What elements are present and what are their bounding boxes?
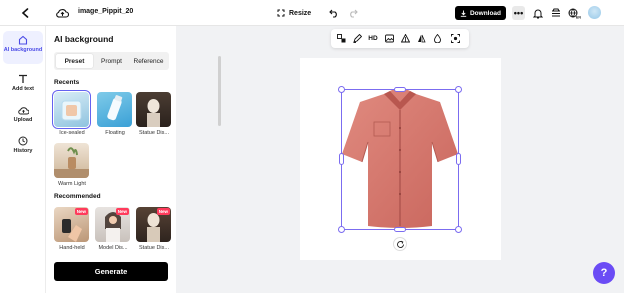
rail-item-history[interactable]: History xyxy=(3,136,43,158)
panel-title: AI background xyxy=(54,34,114,44)
flip-icon[interactable] xyxy=(415,32,427,45)
hd-upscale-button[interactable]: HD xyxy=(366,32,380,45)
preset-thumb-floating[interactable] xyxy=(97,92,132,127)
resize-handle-top-left[interactable] xyxy=(338,86,345,93)
rail-item-label: Upload xyxy=(13,117,33,123)
language-globe-icon[interactable]: EN xyxy=(567,5,582,21)
cloud-sync-icon[interactable] xyxy=(54,5,70,21)
inbox-icon[interactable] xyxy=(549,5,562,21)
preset-caption: Statue Dis... xyxy=(139,130,169,136)
history-icon xyxy=(18,136,28,146)
resize-handle-bottom-left[interactable] xyxy=(338,226,345,233)
resize-handle-bottom[interactable] xyxy=(394,227,406,232)
resize-handle-bottom-right[interactable] xyxy=(455,226,462,233)
text-icon xyxy=(19,74,27,83)
new-badge: New xyxy=(74,208,88,215)
remove-background-icon[interactable] xyxy=(335,32,347,45)
resize-label: Resize xyxy=(289,9,312,17)
download-icon xyxy=(460,10,467,17)
help-button[interactable]: ? xyxy=(593,262,615,284)
adjust-filter-icon[interactable] xyxy=(399,32,411,45)
ai-background-icon xyxy=(18,35,28,45)
resize-handle-right[interactable] xyxy=(456,153,461,165)
resize-handle-top[interactable] xyxy=(394,87,406,92)
upload-icon xyxy=(17,107,29,115)
generate-button[interactable]: Generate xyxy=(54,262,168,281)
resize-handle-left[interactable] xyxy=(339,153,344,165)
mode-tabs: Preset Prompt Reference xyxy=(54,52,169,70)
preset-caption: Model Dis... xyxy=(98,245,128,251)
tab-preset[interactable]: Preset xyxy=(56,54,93,68)
resize-icon xyxy=(277,9,285,17)
download-label: Download xyxy=(469,9,502,17)
preset-caption: Statue Dis... xyxy=(139,245,169,251)
rail-item-label: History xyxy=(13,148,33,154)
tab-reference[interactable]: Reference xyxy=(130,54,167,68)
recents-heading: Recents xyxy=(54,79,80,86)
preset-caption: Floating xyxy=(105,130,125,136)
preset-caption: Warm Light xyxy=(58,181,86,187)
undo-icon[interactable] xyxy=(327,5,341,21)
resize-button[interactable]: Resize xyxy=(277,5,311,21)
avatar[interactable] xyxy=(588,6,601,19)
top-bar: image_Pippit_20 Resize Download ••• EN xyxy=(0,0,624,26)
rotate-icon xyxy=(396,240,404,248)
more-options-button[interactable]: ••• xyxy=(512,6,525,20)
preset-thumb-model-display[interactable]: New xyxy=(95,207,130,242)
preset-thumb-warm-light[interactable] xyxy=(54,143,89,178)
image-frame-icon[interactable] xyxy=(383,32,395,45)
preset-thumb-ice-sealed[interactable] xyxy=(52,90,91,129)
preset-thumb-statue-display[interactable] xyxy=(136,92,171,127)
rail-item-ai-background[interactable]: AI background xyxy=(3,31,43,64)
preset-thumb-hand-held[interactable]: New xyxy=(54,207,89,242)
back-arrow-icon[interactable] xyxy=(18,5,32,21)
bell-icon[interactable] xyxy=(531,5,544,21)
ai-background-panel: AI background Preset Prompt Reference Re… xyxy=(46,26,221,293)
opacity-drop-icon[interactable] xyxy=(431,32,443,45)
rail-item-add-text[interactable]: Add text xyxy=(3,74,43,96)
crop-focus-icon[interactable] xyxy=(449,32,461,45)
panel-scrollbar[interactable] xyxy=(218,56,221,126)
resize-handle-top-right[interactable] xyxy=(455,86,462,93)
preset-thumb-statue-display-2[interactable]: New xyxy=(136,207,171,242)
svg-text:EN: EN xyxy=(576,15,581,19)
rail-item-label: AI background xyxy=(3,47,43,53)
canvas-toolbar: HD xyxy=(331,29,469,48)
left-rail: AI background Add text Upload History xyxy=(0,26,46,293)
preset-caption: Hand-held xyxy=(59,245,85,251)
preset-caption: Ice-sealed xyxy=(59,130,85,136)
new-badge: New xyxy=(156,208,170,215)
new-badge: New xyxy=(115,208,129,215)
file-name[interactable]: image_Pippit_20 xyxy=(78,8,133,15)
rotate-handle[interactable] xyxy=(393,237,407,251)
rail-item-upload[interactable]: Upload xyxy=(3,105,43,127)
brush-edit-icon[interactable] xyxy=(351,32,363,45)
recommended-heading: Recommended xyxy=(54,193,101,200)
rail-item-label: Add text xyxy=(12,86,34,92)
tab-prompt[interactable]: Prompt xyxy=(93,54,130,68)
redo-icon[interactable] xyxy=(346,5,360,21)
selection-box[interactable] xyxy=(341,89,459,230)
download-button[interactable]: Download xyxy=(455,6,506,20)
